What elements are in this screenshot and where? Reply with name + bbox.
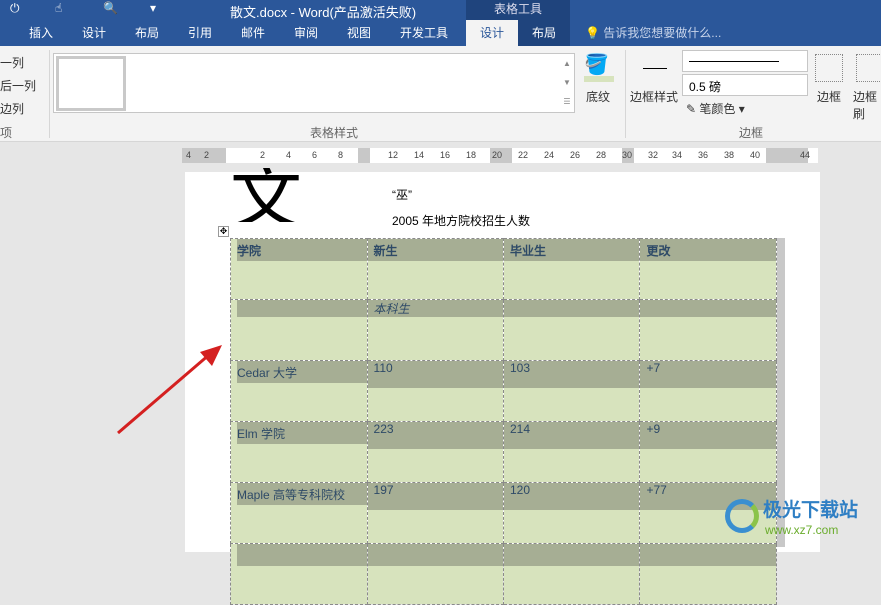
tab-table-design[interactable]: 设计 <box>466 20 518 46</box>
gallery-scroll[interactable]: ▲ ▼ ☰ <box>560 54 574 112</box>
tell-me-text: 告诉我您想要做什么... <box>603 26 722 40</box>
tab-references[interactable]: 引用 <box>179 20 221 46</box>
pen-color-button[interactable]: ✎ 笔颜色 ▾ <box>686 100 745 117</box>
table-header-row: 学院 新生 毕业生 更改 <box>230 238 777 300</box>
cell[interactable]: +9 <box>640 422 776 449</box>
ribbon-tabs: 插入 设计 布局 引用 邮件 审阅 视图 开发工具 设计 布局 💡 告诉我您想要… <box>0 20 881 46</box>
customize-qat-icon[interactable]: ▾ <box>150 1 156 15</box>
horizontal-ruler[interactable]: 4 2 2 4 6 8 12 14 16 18 20 22 24 26 28 30 32 34 36 38 40 44 <box>182 148 818 163</box>
ruler-tick: 32 <box>648 150 659 160</box>
table-row: Maple 高等专科院校 197 120 +77 <box>230 482 777 544</box>
ruler-tick: 18 <box>466 150 477 160</box>
line-weight-value: 0.5 磅 <box>689 80 722 94</box>
tab-design[interactable]: 设计 <box>73 20 115 46</box>
cell[interactable]: 120 <box>504 483 640 510</box>
ruler-tick: 24 <box>544 150 555 160</box>
header-cell[interactable]: 新生 <box>367 239 503 261</box>
pen-color-label: 笔颜色 <box>699 102 736 116</box>
border-painter-icon <box>856 54 881 82</box>
header-cell[interactable]: 学院 <box>237 239 367 261</box>
table-tools-label: 表格工具 <box>466 0 570 20</box>
watermark-url: www.xz7.com <box>765 523 839 537</box>
tab-developer[interactable]: 开发工具 <box>392 20 456 46</box>
ruler-tick: 8 <box>338 150 344 160</box>
group-label-borders: 边框 <box>739 126 764 140</box>
border-styles-button[interactable]: 边框样式 <box>630 88 678 105</box>
group-label-options: 项 <box>0 126 13 140</box>
red-arrow-annotation <box>117 345 222 435</box>
option-first-column[interactable]: 一列 <box>0 54 24 71</box>
quote-text: “巫” <box>392 188 412 202</box>
title-bar: ⏻ ☝ 🔍 ▾ 散文.docx - Word(产品激活失败) <box>0 0 881 20</box>
ruler-tick: 44 <box>800 150 811 160</box>
paint-bucket-icon: 🪣 <box>584 52 614 82</box>
cell[interactable]: 214 <box>504 422 640 449</box>
enrollment-table: 学院 新生 毕业生 更改 本科生 Cedar 大学 110 103 +7 Elm… <box>230 238 777 605</box>
ruler-tick: 36 <box>698 150 709 160</box>
power-icon[interactable]: ⏻ <box>10 1 20 16</box>
ruler-tick: 30 <box>622 150 633 160</box>
touch-mode-icon[interactable]: ☝ <box>55 1 62 15</box>
ruler-tick: 20 <box>492 150 503 160</box>
table-subheader-row: 本科生 <box>230 299 777 361</box>
tab-view[interactable]: 视图 <box>338 20 380 46</box>
table-row: Elm 学院 223 214 +9 <box>230 421 777 483</box>
cell[interactable]: 103 <box>504 361 640 388</box>
cell[interactable]: Elm 学院 <box>237 422 367 444</box>
table-caption: 2005 年地方院校招生人数 <box>392 214 531 228</box>
cell[interactable]: Cedar 大学 <box>237 361 367 383</box>
shading-button[interactable]: 底纹 <box>586 88 610 105</box>
ruler-margin-marker[interactable] <box>358 148 370 163</box>
ruler-tick: 26 <box>570 150 581 160</box>
table-move-handle-icon[interactable]: ✥ <box>218 226 229 237</box>
ruler-tick: 4 <box>186 150 192 160</box>
header-cell[interactable]: 毕业生 <box>504 239 640 261</box>
ruler-tick: 4 <box>286 150 292 160</box>
borders-button[interactable]: 边框 <box>817 88 841 105</box>
tab-layout[interactable]: 布局 <box>126 20 168 46</box>
print-preview-icon[interactable]: 🔍 <box>103 1 118 15</box>
table-row: Cedar 大学 110 103 +7 <box>230 360 777 422</box>
lightbulb-icon: 💡 <box>585 26 600 40</box>
tell-me-box[interactable]: 💡 告诉我您想要做什么... <box>585 20 735 46</box>
cell[interactable]: Maple 高等专科院校 <box>237 483 367 505</box>
tab-table-layout[interactable]: 布局 <box>518 20 570 46</box>
border-painter-button[interactable]: 边框刷 <box>853 88 881 122</box>
line-style-dropdown[interactable] <box>682 50 808 72</box>
drop-cap-image: 文 <box>230 168 303 222</box>
ruler-tick: 38 <box>724 150 735 160</box>
ruler-tick: 28 <box>596 150 607 160</box>
cell[interactable]: +7 <box>640 361 776 388</box>
cell[interactable]: 223 <box>367 422 503 449</box>
cell[interactable]: 110 <box>367 361 503 388</box>
ruler-tick: 6 <box>312 150 318 160</box>
header-cell[interactable]: 更改 <box>640 239 776 261</box>
borders-grid-icon <box>815 54 843 82</box>
ruler-tick: 12 <box>388 150 399 160</box>
option-last-column[interactable]: 后一列 <box>0 77 36 94</box>
table-style-gallery[interactable] <box>53 53 575 113</box>
table-row <box>230 543 777 605</box>
tab-insert[interactable]: 插入 <box>20 20 62 46</box>
window-title: 散文.docx - Word(产品激活失败) <box>230 5 417 20</box>
option-banded-columns[interactable]: 边列 <box>0 100 24 117</box>
subheader-cell[interactable]: 本科生 <box>367 300 503 317</box>
ruler-tick: 16 <box>440 150 451 160</box>
ruler-tick: 14 <box>414 150 425 160</box>
ruler-tick: 22 <box>518 150 529 160</box>
watermark-logo: 极光下载站 www.xz7.com <box>725 495 875 543</box>
pen-icon: ✎ <box>686 102 697 116</box>
table-style-thumbnail[interactable] <box>56 56 126 111</box>
group-label-table-styles: 表格样式 <box>310 126 359 140</box>
tab-review[interactable]: 审阅 <box>285 20 327 46</box>
ruler-tick: 34 <box>672 150 683 160</box>
cell[interactable]: 197 <box>367 483 503 510</box>
tab-mailings[interactable]: 邮件 <box>232 20 274 46</box>
ruler-tick: 2 <box>204 150 210 160</box>
watermark-name: 极光下载站 <box>763 500 859 521</box>
ruler-tick: 2 <box>260 150 266 160</box>
border-style-icon <box>643 68 667 69</box>
line-weight-dropdown[interactable]: 0.5 磅 <box>682 74 808 96</box>
ruler-tick: 40 <box>750 150 761 160</box>
